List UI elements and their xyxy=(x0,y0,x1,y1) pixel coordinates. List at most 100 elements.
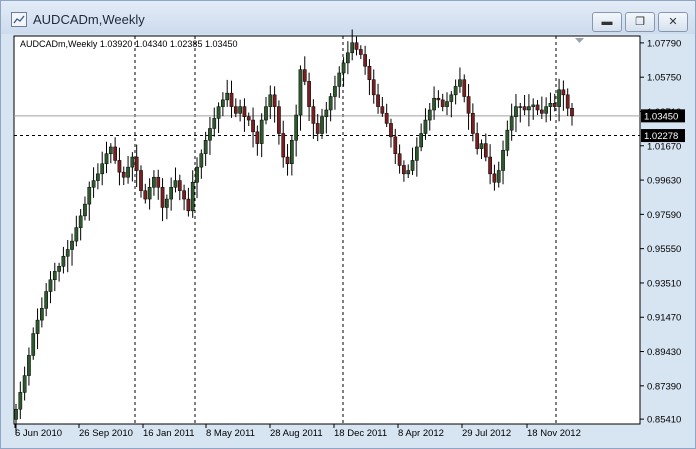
bear-candle xyxy=(246,116,251,121)
bull-candle xyxy=(104,153,109,165)
bull-candle xyxy=(52,271,57,281)
y-tick-label: 1.07790 xyxy=(647,38,681,49)
bull-candle xyxy=(18,392,23,410)
bull-candle xyxy=(557,89,561,107)
bull-candle xyxy=(514,106,518,117)
x-tick-label: 18 Dec 2011 xyxy=(334,428,387,439)
price-chart[interactable]: 1.077901.057501.037101.016700.996300.975… xyxy=(0,0,696,449)
bull-candle xyxy=(31,333,36,356)
bull-candle xyxy=(544,106,548,114)
bull-candle xyxy=(216,106,221,119)
ohlc-header: AUDCADm,Weekly 1.03920 1.04340 1.02385 1… xyxy=(20,39,238,49)
bear-candle xyxy=(285,156,290,165)
y-tick-label: 1.01670 xyxy=(647,141,681,152)
bear-candle xyxy=(371,79,376,96)
bull-candle xyxy=(453,86,458,96)
bull-candle xyxy=(190,182,195,212)
bear-candle xyxy=(281,133,286,158)
bull-candle xyxy=(22,375,27,393)
bear-candle xyxy=(389,123,393,138)
bull-candle xyxy=(173,180,178,188)
bull-candle xyxy=(221,99,225,107)
bull-candle xyxy=(152,176,156,188)
bear-candle xyxy=(492,173,497,183)
bear-candle xyxy=(561,89,566,96)
x-tick-label: 16 Jan 2011 xyxy=(143,428,195,439)
bear-candle xyxy=(121,171,126,178)
bear-candle xyxy=(233,106,238,114)
bull-candle xyxy=(195,166,199,183)
bull-candle xyxy=(259,119,264,144)
bull-candle xyxy=(346,52,350,64)
bear-candle xyxy=(462,79,467,97)
bull-candle xyxy=(44,291,49,309)
bull-candle xyxy=(169,187,174,200)
x-tick-label: 28 Aug 2011 xyxy=(270,428,323,439)
bear-candle xyxy=(177,180,182,191)
bear-candle xyxy=(380,106,385,114)
bear-candle xyxy=(475,133,480,149)
bear-candle xyxy=(539,109,544,114)
bear-candle xyxy=(522,106,527,111)
bear-candle xyxy=(393,136,398,154)
x-tick-label: 18 Nov 2012 xyxy=(527,428,581,439)
bear-candle xyxy=(354,42,359,50)
bear-candle xyxy=(143,190,148,200)
bear-candle xyxy=(113,146,117,161)
bear-candle xyxy=(229,92,234,107)
bull-candle xyxy=(410,160,415,171)
bull-candle xyxy=(147,187,152,200)
y-tick-label: 1.05750 xyxy=(647,73,681,84)
bear-candle xyxy=(186,198,191,212)
bear-candle xyxy=(160,187,165,208)
bull-candle xyxy=(108,146,113,154)
bull-candle xyxy=(427,109,432,121)
bear-candle xyxy=(488,156,492,175)
bull-candle xyxy=(238,106,242,114)
bear-candle xyxy=(139,170,143,191)
bull-candle xyxy=(61,255,66,267)
y-tick-label: 0.99630 xyxy=(647,176,681,187)
bear-candle xyxy=(552,102,557,107)
bull-candle xyxy=(505,129,510,151)
bull-candle xyxy=(294,114,299,141)
bear-candle xyxy=(397,153,402,166)
bear-candle xyxy=(376,94,380,107)
bull-candle xyxy=(70,240,74,250)
bull-candle xyxy=(423,119,428,134)
y-tick-label: 0.89430 xyxy=(647,347,681,358)
bull-candle xyxy=(27,355,31,376)
bull-candle xyxy=(14,408,18,420)
bull-candle xyxy=(445,101,449,107)
bear-candle xyxy=(358,49,363,55)
bull-candle xyxy=(126,166,130,178)
bull-candle xyxy=(208,128,212,141)
bull-candle xyxy=(87,187,92,205)
bear-candle xyxy=(315,123,320,134)
bull-candle xyxy=(35,319,40,334)
bull-candle xyxy=(83,203,87,217)
bear-candle xyxy=(251,119,255,133)
bull-candle xyxy=(479,143,484,149)
bull-candle xyxy=(432,97,436,111)
bull-candle xyxy=(264,106,268,121)
bear-candle xyxy=(363,54,367,67)
bear-candle xyxy=(156,176,161,188)
bull-candle xyxy=(74,227,79,242)
bull-candle xyxy=(328,96,333,111)
bull-candle xyxy=(78,215,83,228)
bull-candle xyxy=(165,198,169,208)
bear-candle xyxy=(471,113,475,134)
bull-candle xyxy=(268,94,273,107)
bull-candle xyxy=(333,86,337,97)
bear-candle xyxy=(570,108,574,117)
bear-candle xyxy=(535,104,540,111)
bear-candle xyxy=(466,96,471,114)
bull-candle xyxy=(40,308,44,321)
bull-candle xyxy=(203,139,208,154)
bull-candle xyxy=(509,116,514,131)
crosshair-price-label: 1.02278 xyxy=(644,131,678,142)
bull-candle xyxy=(91,180,96,188)
bull-candle xyxy=(449,94,454,102)
bull-candle xyxy=(298,69,303,116)
